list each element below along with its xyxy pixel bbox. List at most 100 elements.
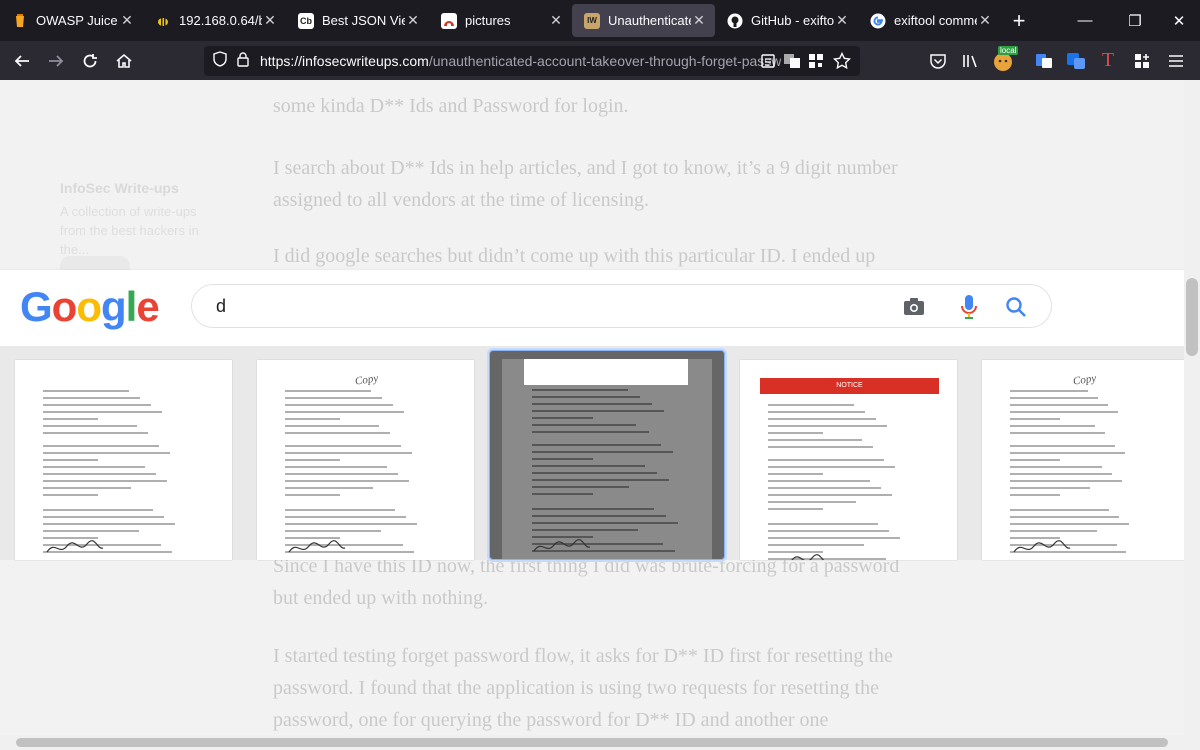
search-icon[interactable] [1002, 293, 1030, 321]
tab-json-viewer[interactable]: Cb Best JSON Viewer ✕ [286, 0, 429, 41]
text-line [285, 537, 340, 539]
extensions-button[interactable] [1126, 41, 1158, 80]
juice-shop-icon [12, 13, 28, 29]
google-search-box[interactable]: d [191, 284, 1052, 328]
text-line [1010, 432, 1105, 434]
image-result[interactable] [15, 360, 232, 560]
text-line [1010, 452, 1125, 454]
text-line [1010, 397, 1098, 399]
microphone-icon[interactable] [955, 293, 983, 321]
text-line [532, 410, 664, 412]
text-line [285, 404, 393, 406]
text-line [532, 431, 649, 433]
t-extension-button[interactable]: T [1092, 41, 1124, 80]
image-result[interactable]: Copy [982, 360, 1184, 560]
tab-exiftool-google[interactable]: exiftool comment ✕ [858, 0, 1001, 41]
image-results-strip: Copy NOTICE Copy [0, 346, 1184, 560]
image-result-selected[interactable] [489, 350, 725, 560]
bookmark-star-button[interactable] [826, 41, 858, 80]
text-line [532, 451, 673, 453]
text-line [285, 487, 373, 489]
close-icon[interactable]: ✕ [834, 12, 850, 29]
text-line [285, 445, 401, 447]
image-result[interactable]: NOTICE [740, 360, 957, 560]
back-button[interactable] [6, 41, 38, 80]
tab-juice-shop[interactable]: OWASP Juice Sho ✕ [0, 0, 143, 41]
lock-icon[interactable] [236, 51, 250, 72]
tab-github[interactable]: GitHub - exiftool/ ✕ [715, 0, 858, 41]
text-line [768, 446, 873, 448]
google-search-header: Google d [0, 270, 1184, 346]
horizontal-scrollbar-thumb[interactable] [16, 738, 1168, 747]
text-line [1010, 523, 1129, 525]
text-line [768, 459, 884, 461]
close-icon[interactable]: ✕ [119, 12, 135, 29]
reload-button[interactable] [74, 41, 106, 80]
pocket-button[interactable] [922, 41, 954, 80]
vertical-scrollbar[interactable] [1184, 80, 1200, 735]
tab-label: pictures [465, 13, 511, 28]
text-line [285, 397, 382, 399]
text-line [1010, 487, 1090, 489]
bee-icon [155, 13, 171, 29]
close-icon[interactable]: ✕ [405, 12, 421, 29]
text-line [768, 537, 900, 539]
text-line [43, 473, 156, 475]
vertical-scrollbar-thumb[interactable] [1186, 278, 1198, 356]
publication-name[interactable]: InfoSec Write-ups [60, 180, 179, 196]
text-line [532, 472, 657, 474]
shield-icon[interactable] [212, 50, 228, 72]
minimize-button[interactable]: — [1064, 0, 1106, 41]
text-line [285, 509, 395, 511]
google-logo[interactable]: Google [20, 283, 160, 331]
search-query[interactable]: d [216, 296, 226, 317]
forward-button[interactable] [40, 41, 72, 80]
restore-button[interactable]: ❐ [1114, 0, 1156, 41]
text-line [768, 480, 870, 482]
text-line [1010, 537, 1060, 539]
close-icon[interactable]: ✕ [548, 12, 564, 29]
translator-extension-button[interactable] [1060, 41, 1092, 80]
tab-label: Unauthenticated [608, 13, 691, 28]
close-icon[interactable]: ✕ [691, 12, 707, 29]
close-icon[interactable]: ✕ [977, 12, 993, 29]
image-result[interactable]: Copy [257, 360, 474, 560]
text-line [43, 432, 148, 434]
text-line [532, 479, 669, 481]
copy-stamp: Copy [354, 372, 379, 388]
tab-pictures[interactable]: pictures ✕ [429, 0, 572, 41]
translate-extension-button[interactable] [1028, 41, 1060, 80]
text-line [768, 411, 865, 413]
text-line [532, 444, 661, 446]
tab-unauthenticated[interactable]: IW Unauthenticated ✕ [572, 4, 715, 37]
home-button[interactable] [108, 41, 140, 80]
tab-bar: OWASP Juice Sho ✕ 192.168.0.64/bWA ✕ Cb … [0, 0, 1200, 41]
text-line [43, 487, 131, 489]
tab-bwapp[interactable]: 192.168.0.64/bWA ✕ [143, 0, 286, 41]
extension-local[interactable]: local [988, 41, 1020, 80]
text-line [532, 396, 640, 398]
text-line [285, 480, 409, 482]
text-line [43, 516, 164, 518]
tab-label: GitHub - exiftool/ [751, 13, 834, 28]
text-line [285, 473, 398, 475]
article-paragraph: I search about D** Ids in help articles,… [273, 157, 898, 211]
reader-view-icon [761, 53, 775, 68]
redaction-block [524, 359, 688, 385]
text-line [43, 509, 153, 511]
close-icon[interactable]: ✕ [262, 12, 278, 29]
menu-button[interactable] [1160, 41, 1192, 80]
document-preview [502, 359, 712, 559]
camera-icon[interactable] [900, 293, 928, 321]
qr-code-icon [809, 53, 823, 68]
hamburger-menu-icon [1169, 54, 1183, 67]
text-line [768, 501, 856, 503]
signature [288, 540, 346, 553]
text-line [1010, 404, 1108, 406]
close-window-button[interactable]: ✕ [1158, 0, 1200, 41]
url-host: https://infosecwriteups.com [260, 53, 429, 69]
text-line [1010, 494, 1060, 496]
text-line [43, 530, 139, 532]
library-button[interactable] [954, 41, 986, 80]
new-tab-button[interactable]: + [1001, 0, 1037, 41]
